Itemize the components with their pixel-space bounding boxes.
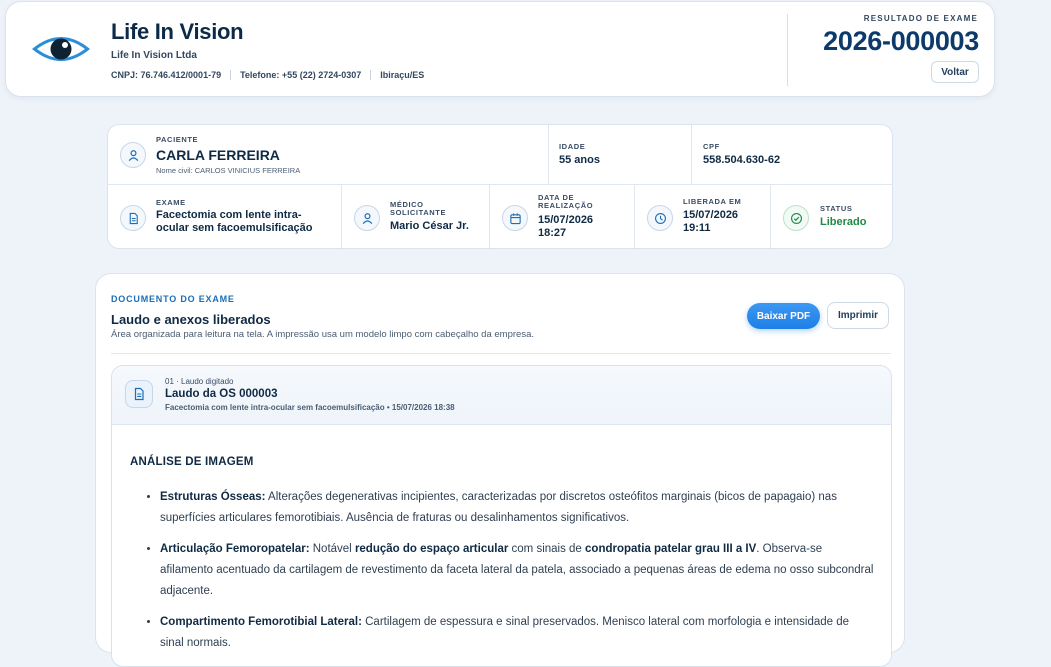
back-button[interactable]: Voltar [931, 61, 979, 83]
list-item: Estruturas Ósseas: Alterações degenerati… [160, 487, 875, 529]
row-divider [108, 184, 892, 185]
document-kicker: DOCUMENTO DO EXAME [111, 294, 235, 304]
finding-term: Estruturas Ósseas: [160, 491, 266, 503]
calendar-icon [502, 205, 528, 231]
result-label: RESULTADO DE EXAME [863, 14, 978, 23]
company-cnpj: CNPJ: 76.746.412/0001-79 [111, 70, 222, 80]
finding-emphasis: condropatia patelar grau III a IV [585, 543, 757, 555]
doctor-label-line: SOLICITANTE [390, 208, 447, 217]
company-name: Life In Vision Ltda [111, 50, 197, 61]
laudo-kicker: 01 · Laudo digitado [165, 377, 234, 386]
col-divider [548, 125, 549, 184]
result-number: 2026-000003 [823, 26, 979, 56]
document-description: Área organizada para leitura na tela. A … [111, 329, 534, 340]
report-body: ANÁLISE DE IMAGEM Estruturas Ósseas: Alt… [130, 456, 875, 664]
finding-text: com sinais de [508, 543, 586, 555]
company-header: Life In Vision Life In Vision Ltda CNPJ:… [5, 1, 995, 97]
company-meta: CNPJ: 76.746.412/0001-79 Telefone: +55 (… [111, 70, 424, 80]
company-phone: Telefone: +55 (22) 2724-0307 [240, 70, 362, 80]
list-item: Articulação Femoropatelar: Notável reduç… [160, 539, 875, 602]
download-pdf-button[interactable]: Baixar PDF [747, 303, 820, 329]
date-label: DATA DE REALIZAÇÃO [538, 194, 593, 210]
exam-name: Facectomia com lente intra- ocular sem f… [156, 209, 313, 235]
exam-date-day: 15/07/2026 [538, 214, 594, 226]
exam-name-line: Facectomia com lente intra- [156, 209, 302, 221]
patient-info-card: PACIENTE CARLA FERREIRA Nome civil: CARL… [107, 124, 893, 250]
date-label-line: REALIZAÇÃO [538, 201, 594, 210]
status-badge: Liberado [820, 216, 867, 228]
document-card: DOCUMENTO DO EXAME Laudo e anexos libera… [95, 273, 905, 667]
laudo-meta: Facectomia com lente intra-ocular sem fa… [165, 403, 455, 412]
document-title: Laudo e anexos liberados [111, 312, 271, 327]
header-divider [787, 14, 788, 86]
company-city: Ibiraçu/ES [380, 70, 425, 80]
patient-cpf: 558.504.630-62 [703, 154, 781, 166]
finding-term: Articulação Femoropatelar: [160, 543, 310, 555]
age-label: IDADE [559, 142, 586, 151]
doctor-label: MÉDICO SOLICITANTE [390, 201, 446, 217]
document-icon [125, 380, 153, 408]
exam-date-time: 18:27 [538, 227, 567, 239]
patient-name: CARLA FERREIRA [156, 147, 280, 163]
report-list: Estruturas Ósseas: Alterações degenerati… [130, 487, 875, 654]
patient-label: PACIENTE [156, 135, 199, 144]
col-divider [489, 184, 490, 250]
patient-civil-name: Nome civil: CARLOS VINICIUS FERREIRA [156, 166, 301, 175]
released-date-time: 19:11 [683, 222, 711, 234]
released-date: 15/07/2026 19:11 [683, 209, 738, 235]
col-divider [691, 125, 692, 184]
clock-icon [647, 205, 673, 231]
released-date-day: 15/07/2026 [683, 209, 739, 221]
finding-term: Compartimento Femorotibial Lateral: [160, 616, 362, 628]
exam-label: EXAME [156, 198, 186, 207]
report-heading: ANÁLISE DE IMAGEM [130, 456, 254, 468]
doctor-name: Mario César Jr. [390, 220, 469, 232]
col-divider [634, 184, 635, 250]
exam-date: 15/07/2026 18:27 [538, 214, 593, 240]
status-label: STATUS [820, 204, 853, 213]
check-circle-icon [783, 205, 809, 231]
laudo-header: 01 · Laudo digitado Laudo da OS 000003 F… [112, 366, 891, 425]
laudo-title: Laudo da OS 000003 [165, 388, 278, 400]
document-icon [120, 205, 146, 231]
patient-age: 55 anos [559, 154, 600, 166]
list-item: Compartimento Femorotibial Lateral: Cart… [160, 612, 875, 654]
cpf-label: CPF [703, 142, 720, 151]
col-divider [341, 184, 342, 250]
document-divider [111, 353, 891, 354]
released-label: LIBERADA EM [683, 197, 742, 206]
eye-logo-icon [32, 37, 90, 61]
laudo-panel: 01 · Laudo digitado Laudo da OS 000003 F… [111, 365, 892, 667]
finding-emphasis: redução do espaço articular [354, 543, 509, 555]
col-divider [770, 184, 771, 250]
print-button[interactable]: Imprimir [827, 302, 889, 329]
user-icon [120, 142, 146, 168]
meta-divider [230, 70, 232, 80]
doctor-user-icon [354, 205, 380, 231]
brand-name: Life In Vision [111, 19, 244, 44]
exam-name-line: ocular sem facoemulsificação [156, 222, 313, 234]
meta-divider [370, 70, 372, 80]
finding-text: Notável [309, 543, 355, 555]
